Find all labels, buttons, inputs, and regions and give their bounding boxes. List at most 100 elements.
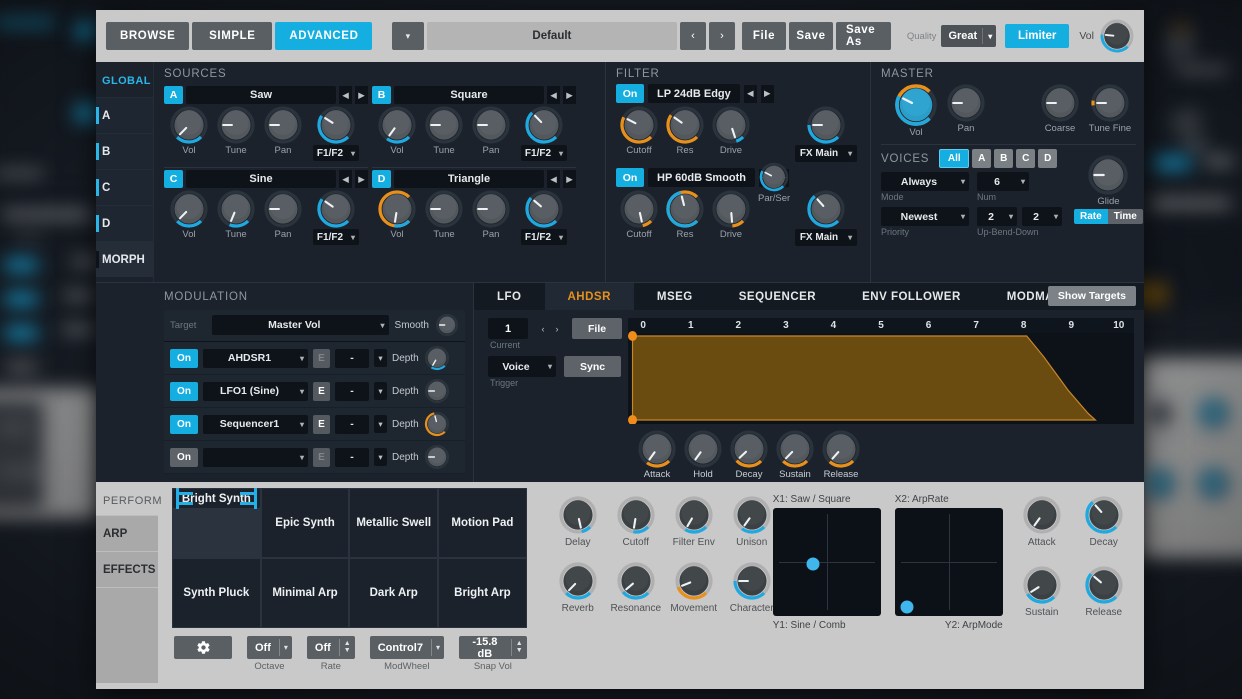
mod-slot-2-polarity-select[interactable]: - xyxy=(335,382,369,401)
spinner-icon[interactable]: ▲▼ xyxy=(512,641,527,654)
voice-priority-select[interactable]: Newest ▾ xyxy=(881,207,969,226)
ahdsr-sync-button[interactable]: Sync xyxy=(564,356,621,377)
xy-pad-1[interactable] xyxy=(773,508,881,616)
mod-slot-2-depth-knob[interactable] xyxy=(424,378,450,404)
osc-A-vol-knob[interactable] xyxy=(170,106,208,144)
mod-slot-1-depth-knob[interactable] xyxy=(424,345,450,371)
osc-C-next[interactable]: ▶ xyxy=(355,170,368,188)
mod-slot-4-source-select[interactable]: ▾ xyxy=(203,448,308,467)
osc-A-route-select[interactable]: F1/F2▾ xyxy=(313,145,359,161)
xy-pad-2[interactable] xyxy=(895,508,1003,616)
macro-character-knob[interactable] xyxy=(733,562,771,600)
mod-slot-3-polarity-chevron[interactable]: ▾ xyxy=(374,415,387,433)
mod-slot-1-source-select[interactable]: AHDSR1▾ xyxy=(203,349,308,368)
simple-button[interactable]: SIMPLE xyxy=(192,22,272,50)
osc-B-waveform[interactable]: Square xyxy=(394,86,544,104)
chevron-down-icon[interactable]: ▾ xyxy=(432,643,444,652)
osc-C-pan-knob[interactable] xyxy=(264,190,302,228)
macro-cutoff-knob[interactable] xyxy=(617,496,655,534)
osc-C-tune-knob[interactable] xyxy=(217,190,255,228)
voice-num-select[interactable]: 6 ▾ xyxy=(977,172,1029,191)
ahdsr-decay-knob[interactable] xyxy=(730,430,768,468)
chevron-down-icon[interactable]: ▾ xyxy=(280,643,292,652)
layer-tab-d[interactable]: D xyxy=(96,205,153,241)
macro-resonance-knob[interactable] xyxy=(617,562,655,600)
mod-slot-4-on-button[interactable]: On xyxy=(170,448,198,467)
xy-pad-2-handle[interactable] xyxy=(900,601,913,614)
mod-slot-3-polarity-select[interactable]: - xyxy=(335,415,369,434)
master-pan-knob[interactable] xyxy=(947,84,985,122)
mod-slot-3-source-select[interactable]: Sequencer1▾ xyxy=(203,415,308,434)
snapshot-pad[interactable]: Bright Arp xyxy=(439,559,526,627)
save-as-button[interactable]: Save As xyxy=(836,22,891,50)
voices-all-button[interactable]: All xyxy=(939,149,969,168)
osc-C-prev[interactable]: ◀ xyxy=(339,170,352,188)
mod-slot-4-edit-button[interactable]: E xyxy=(313,448,330,467)
mod-slot-4-polarity-select[interactable]: - xyxy=(335,448,369,467)
envelope-graph[interactable]: 012345678910 xyxy=(628,318,1134,424)
filter-1-cutoff-knob[interactable] xyxy=(620,106,658,144)
snapshot-pad[interactable]: Motion Pad xyxy=(439,489,526,557)
perform-env-attack-knob[interactable] xyxy=(1023,496,1061,534)
osc-A-prev[interactable]: ◀ xyxy=(339,86,352,104)
osc-B-vol-knob[interactable] xyxy=(378,106,416,144)
filter-1-res-knob[interactable] xyxy=(666,106,704,144)
fine-tune-knob[interactable] xyxy=(1091,84,1129,122)
snap-vol-select[interactable]: -15.8 dB▲▼ xyxy=(459,636,527,659)
filter-1-fx-route-select[interactable]: FX Main▾ xyxy=(795,145,857,162)
macro-unison-knob[interactable] xyxy=(733,496,771,534)
mod-tab-sequencer[interactable]: SEQUENCER xyxy=(716,283,839,310)
osc-B-next[interactable]: ▶ xyxy=(563,86,576,104)
filter-1-prev[interactable]: ◀ xyxy=(744,85,757,103)
filter-1-type[interactable]: LP 24dB Edgy xyxy=(648,84,740,103)
osc-D-vol-knob[interactable] xyxy=(378,190,416,228)
show-targets-button[interactable]: Show Targets xyxy=(1048,286,1136,306)
osc-D-enable[interactable]: D xyxy=(372,170,391,188)
master-vol-knob[interactable] xyxy=(1100,19,1134,53)
mod-target-select[interactable]: Master Vol ▾ xyxy=(212,315,389,335)
osc-C-route-knob[interactable] xyxy=(317,190,355,228)
perform-tab-arp[interactable]: ARP xyxy=(96,515,158,551)
snapshot-pad[interactable]: Synth Pluck xyxy=(173,559,260,627)
osc-D-tune-knob[interactable] xyxy=(425,190,463,228)
voices-a-button[interactable]: A xyxy=(972,149,991,168)
osc-B-prev[interactable]: ◀ xyxy=(547,86,560,104)
ahdsr-next-button[interactable]: › xyxy=(550,318,564,339)
mod-tab-mseg[interactable]: MSEG xyxy=(634,283,716,310)
modwheel-select[interactable]: Control7▾ xyxy=(370,636,444,659)
voices-c-button[interactable]: C xyxy=(1016,149,1035,168)
smooth-knob[interactable] xyxy=(435,313,459,337)
mod-slot-1-polarity-chevron[interactable]: ▾ xyxy=(374,349,387,367)
bend-up-select[interactable]: 2 ▾ xyxy=(977,207,1017,226)
global-tab[interactable]: GLOBAL xyxy=(96,70,153,97)
osc-D-route-knob[interactable] xyxy=(525,190,563,228)
layer-tab-b[interactable]: B xyxy=(96,133,153,169)
macro-filter-env-knob[interactable] xyxy=(675,496,713,534)
filter-1-fx-knob[interactable] xyxy=(807,106,845,144)
save-button[interactable]: Save xyxy=(789,22,833,50)
layer-tab-morph[interactable]: MORPH xyxy=(96,241,153,277)
preset-name-display[interactable]: Default xyxy=(427,22,677,50)
filter-2-drive-knob[interactable] xyxy=(712,190,750,228)
rate-select[interactable]: Off▲▼ xyxy=(307,636,355,659)
macro-delay-knob[interactable] xyxy=(559,496,597,534)
mod-slot-2-polarity-chevron[interactable]: ▾ xyxy=(374,382,387,400)
macro-reverb-knob[interactable] xyxy=(559,562,597,600)
filter-2-res-knob[interactable] xyxy=(666,190,704,228)
voice-mode-select[interactable]: Always ▾ xyxy=(881,172,969,191)
osc-C-enable[interactable]: C xyxy=(164,170,183,188)
ahdsr-attack-knob[interactable] xyxy=(638,430,676,468)
filter-2-cutoff-knob[interactable] xyxy=(620,190,658,228)
mod-slot-2-edit-button[interactable]: E xyxy=(313,382,330,401)
filter-2-on-button[interactable]: On xyxy=(616,168,644,187)
file-button[interactable]: File xyxy=(742,22,786,50)
filter-1-next[interactable]: ▶ xyxy=(761,85,774,103)
osc-D-next[interactable]: ▶ xyxy=(563,170,576,188)
osc-D-prev[interactable]: ◀ xyxy=(547,170,560,188)
gear-icon[interactable] xyxy=(174,636,232,659)
spinner-icon[interactable]: ▲▼ xyxy=(340,641,355,654)
mod-slot-4-polarity-chevron[interactable]: ▾ xyxy=(374,448,387,466)
osc-C-waveform[interactable]: Sine xyxy=(186,170,336,188)
osc-C-vol-knob[interactable] xyxy=(170,190,208,228)
osc-D-pan-knob[interactable] xyxy=(472,190,510,228)
